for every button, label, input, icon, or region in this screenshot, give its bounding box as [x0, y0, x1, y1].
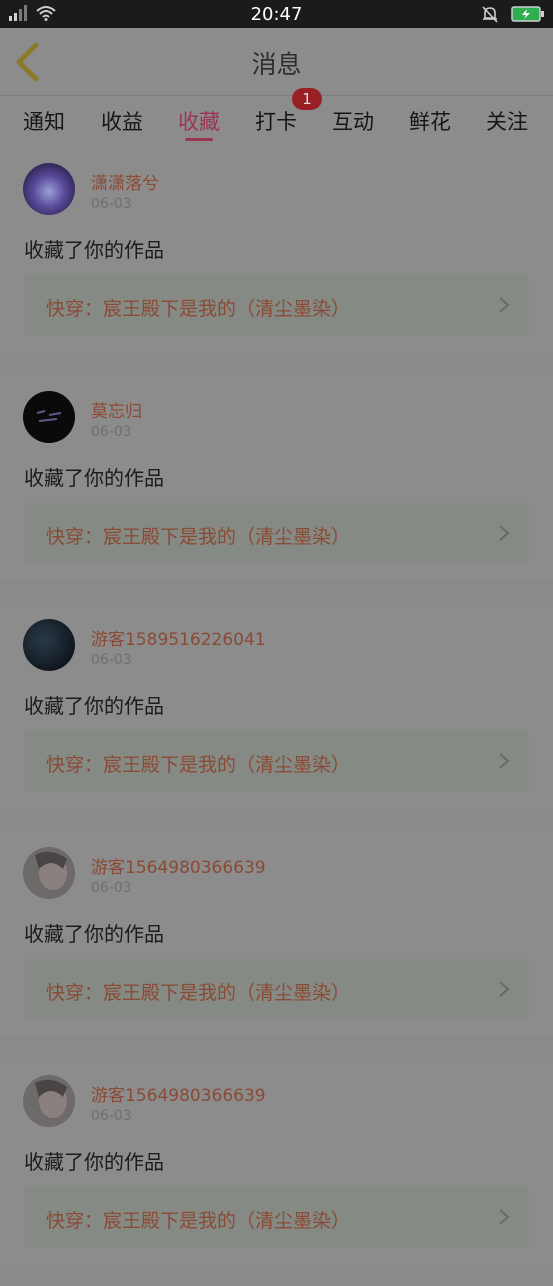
- avatar[interactable]: [23, 847, 75, 899]
- chevron-right-icon: [499, 1209, 510, 1225]
- username[interactable]: 游客1564980366639: [91, 1081, 266, 1106]
- tab-earnings[interactable]: 收益: [92, 106, 152, 136]
- date: 06-03: [91, 880, 132, 896]
- action-text: 收藏了你的作品: [24, 466, 164, 490]
- work-link[interactable]: 快穿：宸王殿下是我的（清尘墨染）: [24, 959, 529, 1020]
- chevron-right-icon: [499, 525, 510, 541]
- work-link[interactable]: 快穿：宸王殿下是我的（清尘墨染）: [24, 503, 529, 564]
- list-item: 游客1564980366639 06-03 收藏了你的作品 快穿：宸王殿下是我的…: [0, 830, 553, 1036]
- list-item: 游客1564980366639 06-03 收藏了你的作品 快穿：宸王殿下是我的…: [0, 1058, 553, 1264]
- chevron-right-icon: [499, 981, 510, 997]
- mute-bell-icon: [482, 6, 498, 23]
- username[interactable]: 莫忘归: [91, 397, 142, 422]
- work-title: 快穿：宸王殿下是我的（清尘墨染）: [46, 982, 351, 1004]
- tab-bar: 通知 收益 收藏 打卡 互动 鲜花 关注: [0, 95, 553, 146]
- tab-flowers[interactable]: 鲜花: [400, 106, 460, 136]
- status-right: [481, 5, 545, 23]
- battery-icon: [511, 6, 544, 22]
- action-text: 收藏了你的作品: [24, 694, 164, 718]
- work-link[interactable]: 快穿：宸王殿下是我的（清尘墨染）: [24, 731, 529, 792]
- tab-checkin[interactable]: 打卡: [246, 106, 306, 136]
- action-text: 收藏了你的作品: [24, 922, 164, 946]
- page-title: 消息: [251, 50, 302, 79]
- checkin-badge: 1: [292, 88, 322, 110]
- username[interactable]: 潇潇落兮: [91, 169, 159, 194]
- header: 消息: [0, 28, 553, 94]
- tab-favorites[interactable]: 收藏: [169, 106, 229, 136]
- chevron-right-icon: [499, 297, 510, 313]
- status-bar: 20:47: [0, 0, 553, 28]
- work-link[interactable]: 快穿：宸王殿下是我的（清尘墨染）: [24, 1187, 529, 1248]
- date: 06-03: [91, 652, 132, 668]
- list-item: 潇潇落兮 06-03 收藏了你的作品 快穿：宸王殿下是我的（清尘墨染）: [0, 146, 553, 352]
- username[interactable]: 游客1564980366639: [91, 853, 266, 878]
- avatar[interactable]: [23, 619, 75, 671]
- chevron-right-icon: [499, 753, 510, 769]
- active-tab-indicator: [185, 138, 213, 141]
- list-item: 莫忘归 06-03 收藏了你的作品 快穿：宸王殿下是我的（清尘墨染）: [0, 374, 553, 580]
- avatar[interactable]: [23, 163, 75, 215]
- tab-notifications[interactable]: 通知: [14, 106, 74, 136]
- work-link[interactable]: 快穿：宸王殿下是我的（清尘墨染）: [24, 275, 529, 336]
- date: 06-03: [91, 424, 132, 440]
- avatar[interactable]: [23, 1075, 75, 1127]
- favorites-list: 潇潇落兮 06-03 收藏了你的作品 快穿：宸王殿下是我的（清尘墨染） 莫忘归 …: [0, 146, 553, 1286]
- date: 06-03: [91, 1108, 132, 1124]
- action-text: 收藏了你的作品: [24, 238, 164, 262]
- work-title: 快穿：宸王殿下是我的（清尘墨染）: [46, 526, 351, 548]
- work-title: 快穿：宸王殿下是我的（清尘墨染）: [46, 754, 351, 776]
- tab-follow[interactable]: 关注: [477, 106, 537, 136]
- work-title: 快穿：宸王殿下是我的（清尘墨染）: [46, 1210, 351, 1232]
- status-time: 20:47: [250, 4, 303, 25]
- date: 06-03: [91, 196, 132, 212]
- avatar[interactable]: [23, 391, 75, 443]
- username[interactable]: 游客1589516226041: [91, 625, 266, 650]
- work-title: 快穿：宸王殿下是我的（清尘墨染）: [46, 298, 351, 320]
- action-text: 收藏了你的作品: [24, 1150, 164, 1174]
- tab-interaction[interactable]: 互动: [323, 106, 383, 136]
- list-item: 游客1589516226041 06-03 收藏了你的作品 快穿：宸王殿下是我的…: [0, 602, 553, 808]
